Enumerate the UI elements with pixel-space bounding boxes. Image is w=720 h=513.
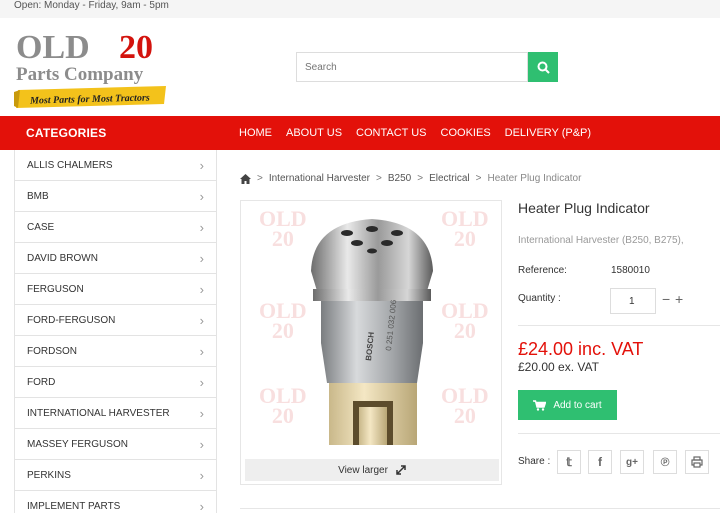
quantity-increase-button[interactable]: + bbox=[675, 292, 683, 306]
sidebar-item-david-brown[interactable]: DAVID BROWN › bbox=[15, 243, 216, 274]
sidebar-item-label: DAVID BROWN bbox=[27, 252, 98, 264]
search-icon bbox=[537, 61, 550, 74]
site-logo[interactable]: OLD 20 Parts Company Most Parts for Most… bbox=[14, 26, 174, 112]
share-google-plus-button[interactable]: g+ bbox=[620, 450, 644, 474]
breadcrumb: > International Harvester > B250 > Elect… bbox=[240, 173, 581, 184]
sidebar-item-ford-ferguson[interactable]: FORD-FERGUSON › bbox=[15, 305, 216, 336]
expand-icon bbox=[396, 465, 406, 475]
category-sidebar: ALLIS CHALMERS › BMB › CASE › DAVID BROWN › … bbox=[14, 150, 217, 513]
sidebar-item-label: INTERNATIONAL HARVESTER bbox=[27, 407, 170, 419]
view-larger-button[interactable]: View larger bbox=[245, 459, 499, 481]
home-icon[interactable] bbox=[240, 173, 251, 184]
chevron-right-icon: › bbox=[199, 281, 204, 297]
nav-contact-us[interactable]: CONTACT US bbox=[349, 116, 434, 150]
chevron-right-icon: › bbox=[199, 312, 204, 328]
sidebar-item-label: FERGUSON bbox=[27, 283, 84, 295]
nav-home[interactable]: HOME bbox=[232, 116, 279, 150]
divider bbox=[518, 433, 720, 434]
sidebar-item-ferguson[interactable]: FERGUSON › bbox=[15, 274, 216, 305]
breadcrumb-current: Heater Plug Indicator bbox=[487, 173, 582, 184]
chevron-right-icon: › bbox=[199, 219, 204, 235]
chevron-right-icon: › bbox=[199, 467, 204, 483]
share-pinterest-button[interactable]: ℗ bbox=[653, 450, 677, 474]
add-to-cart-label: Add to cart bbox=[553, 399, 602, 411]
categories-heading[interactable]: CATEGORIES bbox=[26, 116, 106, 150]
view-larger-label: View larger bbox=[338, 464, 388, 476]
sidebar-item-ford[interactable]: FORD › bbox=[15, 367, 216, 398]
sidebar-item-label: ALLIS CHALMERS bbox=[27, 159, 113, 171]
logo-number-text: 20 bbox=[119, 29, 153, 66]
sidebar-item-massey-ferguson[interactable]: MASSEY FERGUSON › bbox=[15, 429, 216, 460]
twitter-icon: 𝕥 bbox=[566, 455, 572, 469]
logo-old-text: OLD bbox=[16, 29, 90, 66]
divider bbox=[518, 325, 720, 326]
nav-cookies[interactable]: COOKIES bbox=[434, 116, 498, 150]
sidebar-item-label: FORD-FERGUSON bbox=[27, 314, 116, 326]
top-info-bar: Open: Monday - Friday, 9am - 5pm bbox=[0, 0, 720, 18]
chevron-right-icon: › bbox=[199, 405, 204, 421]
sidebar-item-label: BMB bbox=[27, 190, 49, 202]
price-inc-vat: £24.00 inc. VAT bbox=[518, 339, 644, 359]
breadcrumb-separator: > bbox=[475, 173, 482, 184]
share-twitter-button[interactable]: 𝕥 bbox=[557, 450, 581, 474]
sidebar-item-label: IMPLEMENT PARTS bbox=[27, 500, 121, 512]
search-input[interactable] bbox=[296, 52, 528, 82]
google-plus-icon: g+ bbox=[626, 456, 638, 468]
breadcrumb-separator: > bbox=[417, 173, 424, 184]
sidebar-item-international-harvester[interactable]: INTERNATIONAL HARVESTER › bbox=[15, 398, 216, 429]
sidebar-item-perkins[interactable]: PERKINS › bbox=[15, 460, 216, 491]
chevron-right-icon: › bbox=[199, 374, 204, 390]
chevron-right-icon: › bbox=[199, 188, 204, 204]
reference-label: Reference: bbox=[518, 265, 567, 276]
sidebar-item-case[interactable]: CASE › bbox=[15, 212, 216, 243]
breadcrumb-separator: > bbox=[376, 173, 382, 184]
sidebar-item-implement-parts[interactable]: IMPLEMENT PARTS › bbox=[15, 491, 216, 513]
cart-icon bbox=[533, 399, 547, 411]
sidebar-item-label: CASE bbox=[27, 221, 55, 233]
pinterest-icon: ℗ bbox=[660, 455, 670, 469]
add-to-cart-button[interactable]: Add to cart bbox=[518, 390, 617, 420]
nav-about-us[interactable]: ABOUT US bbox=[279, 116, 349, 150]
breadcrumb-separator: > bbox=[257, 173, 263, 184]
chevron-right-icon: › bbox=[199, 436, 204, 452]
quantity-label: Quantity : bbox=[518, 293, 561, 304]
breadcrumb-link-brand[interactable]: International Harvester bbox=[269, 173, 370, 184]
sidebar-item-fordson[interactable]: FORDSON › bbox=[15, 336, 216, 367]
search-button[interactable] bbox=[528, 52, 558, 82]
sidebar-item-label: MASSEY FERGUSON bbox=[27, 438, 128, 450]
sidebar-item-label: FORD bbox=[27, 376, 56, 388]
share-facebook-button[interactable]: f bbox=[588, 450, 612, 474]
price-ex-vat: £20.00 ex. VAT bbox=[518, 360, 599, 374]
product-image-frame[interactable]: OLD 20 OLD 20 OLD 20 OLD 20 OLD 20 OLD 20 bbox=[240, 200, 502, 485]
breadcrumb-link-model[interactable]: B250 bbox=[388, 173, 411, 184]
chevron-right-icon: › bbox=[199, 498, 204, 513]
opening-hours: Open: Monday - Friday, 9am - 5pm bbox=[14, 0, 169, 11]
reference-value: 1580010 bbox=[611, 265, 650, 276]
sidebar-item-label: FORDSON bbox=[27, 345, 77, 357]
sidebar-item-bmb[interactable]: BMB › bbox=[15, 181, 216, 212]
share-label: Share : bbox=[518, 456, 551, 467]
sidebar-item-allis-chalmers[interactable]: ALLIS CHALMERS › bbox=[15, 150, 216, 181]
print-icon bbox=[691, 456, 703, 468]
chevron-right-icon: › bbox=[199, 157, 204, 173]
product-image: 0 251 032 006 BOSCH bbox=[311, 219, 433, 445]
main-navbar: CATEGORIES HOME ABOUT US CONTACT US COOK… bbox=[0, 116, 720, 150]
facebook-icon: f bbox=[598, 455, 602, 469]
quantity-decrease-button[interactable]: − bbox=[662, 292, 670, 306]
print-button[interactable] bbox=[685, 450, 709, 474]
divider bbox=[240, 508, 720, 509]
breadcrumb-link-category[interactable]: Electrical bbox=[429, 173, 470, 184]
nav-delivery[interactable]: DELIVERY (P&P) bbox=[498, 116, 598, 150]
product-title: Heater Plug Indicator bbox=[518, 200, 650, 216]
product-compatibility: International Harvester (B250, B275), bbox=[518, 235, 684, 246]
quantity-input[interactable] bbox=[610, 288, 656, 314]
chevron-right-icon: › bbox=[199, 250, 204, 266]
chevron-right-icon: › bbox=[199, 343, 204, 359]
logo-company-text: Parts Company bbox=[16, 64, 144, 85]
sidebar-item-label: PERKINS bbox=[27, 469, 71, 481]
